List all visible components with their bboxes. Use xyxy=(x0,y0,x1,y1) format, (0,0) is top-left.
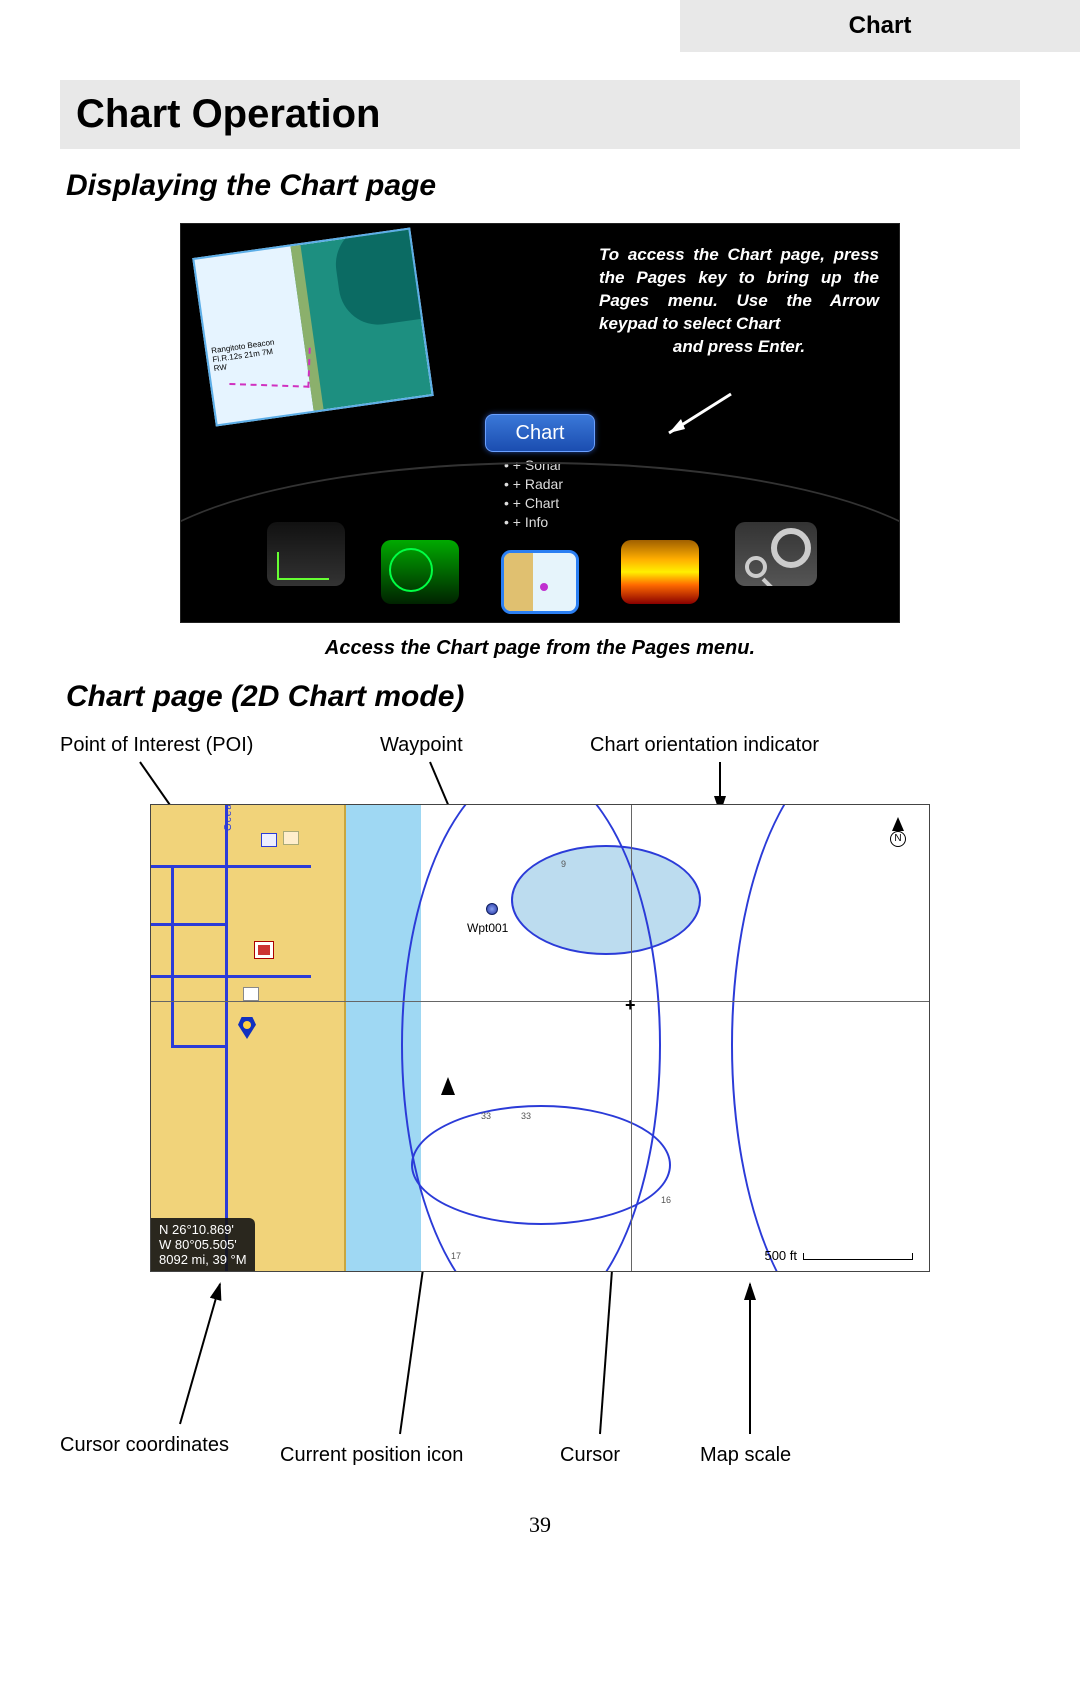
depth-16: 16 xyxy=(661,1195,671,1205)
settings-tile[interactable] xyxy=(735,522,817,586)
chart-2d-diagram: Point of Interest (POI) Waypoint Chart o… xyxy=(60,734,1020,1494)
steer-tile[interactable] xyxy=(267,522,345,586)
depth-33a: 33 xyxy=(481,1111,491,1121)
cursor-dist: 8092 mi, 39 °M xyxy=(159,1252,247,1267)
magnifier-icon xyxy=(745,556,767,578)
chart-2d-view: Ocean Dr 9 17 16 33 33 Wpt001 xyxy=(150,804,930,1272)
cursor-lat: N 26°10.869' xyxy=(159,1222,247,1237)
instruction-text: To access the Chart page, press the Page… xyxy=(599,244,879,359)
chart-menu-button[interactable]: Chart xyxy=(485,414,595,452)
section-heading-1: Displaying the Chart page xyxy=(66,169,1020,203)
poi-icon-2[interactable] xyxy=(283,831,299,845)
waypoint-icon[interactable] xyxy=(486,903,498,915)
figure1-caption: Access the Chart page from the Pages men… xyxy=(60,637,1020,660)
waypoint-label: Wpt001 xyxy=(467,921,508,935)
chart-preview-thumb: Rangitoto Beacon Fl.R.12s 21m 7M RW xyxy=(192,228,434,427)
chart-tile[interactable] xyxy=(501,550,579,614)
cursor-crosshair-h xyxy=(151,1001,929,1002)
orientation-indicator-icon: N xyxy=(887,817,909,845)
cursor-lon: W 80°05.505' xyxy=(159,1237,247,1252)
cursor-crosshair-v xyxy=(631,805,632,1271)
map-scale: 500 ft xyxy=(764,1248,913,1263)
sonar-tile[interactable] xyxy=(621,540,699,604)
depth-33b: 33 xyxy=(521,1111,531,1121)
section-heading-2: Chart page (2D Chart mode) xyxy=(66,680,1020,714)
header-tab: Chart xyxy=(680,0,1080,52)
pages-menu-screenshot: Rangitoto Beacon Fl.R.12s 21m 7M RW To a… xyxy=(180,223,900,623)
poi-icon-3[interactable] xyxy=(243,987,259,1001)
scale-bar-icon xyxy=(803,1253,913,1260)
gear-icon xyxy=(771,528,811,568)
depth-17: 17 xyxy=(451,1251,461,1261)
cursor-coordinates-box: N 26°10.869' W 80°05.505' 8092 mi, 39 °M xyxy=(151,1218,255,1271)
poi-icon[interactable] xyxy=(261,833,277,847)
poi-marker-icon[interactable] xyxy=(254,941,274,959)
page-number: 39 xyxy=(60,1512,1020,1538)
cursor-icon[interactable]: + xyxy=(625,995,636,1016)
depth-9: 9 xyxy=(561,859,566,869)
pointer-arrow-icon xyxy=(661,389,741,439)
current-position-icon xyxy=(441,1077,455,1095)
radar-tile[interactable] xyxy=(381,540,459,604)
page-title: Chart Operation xyxy=(60,80,1020,149)
